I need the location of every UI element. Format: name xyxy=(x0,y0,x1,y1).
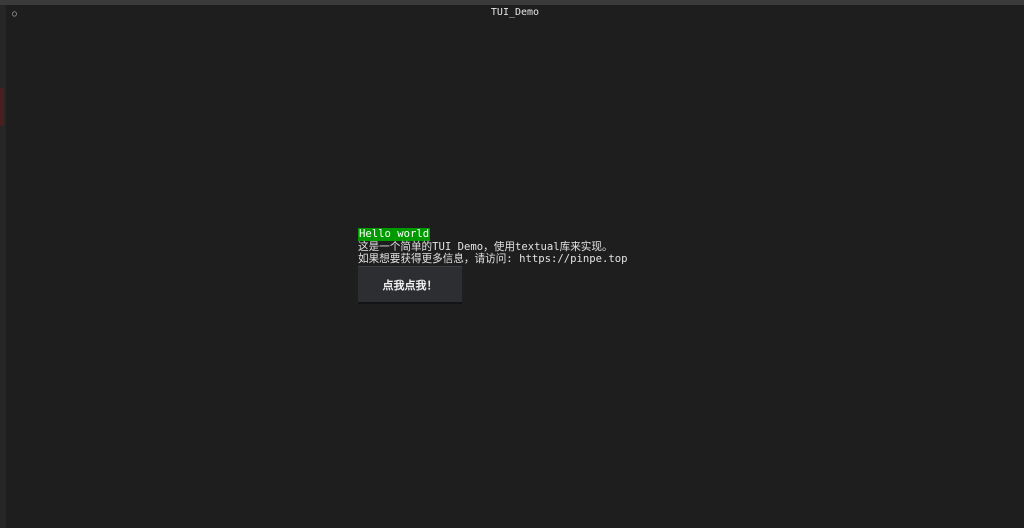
main-content: Hello world 这是一个简单的TUI Demo，使用textual库来实… xyxy=(358,228,758,304)
info-text: 如果想要获得更多信息，请访问: https://pinpe.top xyxy=(358,253,628,265)
hello-line: Hello world xyxy=(358,228,758,241)
click-me-button[interactable]: 点我点我！ xyxy=(358,266,462,304)
app-title: TUI_Demo xyxy=(490,7,540,18)
left-accent-bar xyxy=(0,88,4,126)
app-header: ○ TUI_Demo xyxy=(6,5,1024,20)
description-text: 这是一个简单的TUI Demo，使用textual库来实现。 xyxy=(358,240,613,253)
hello-label: Hello world xyxy=(358,228,431,241)
left-side-strip xyxy=(0,5,6,528)
